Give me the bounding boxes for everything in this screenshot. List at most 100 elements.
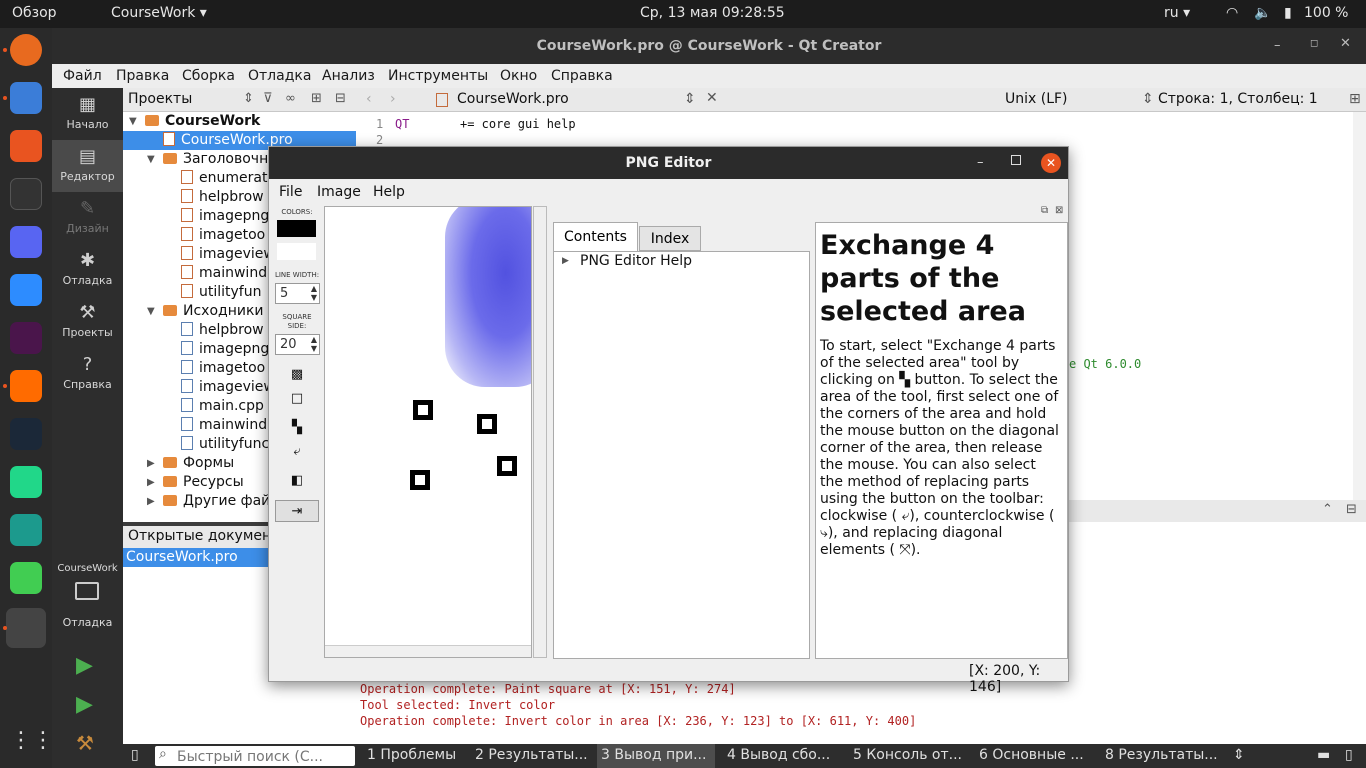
menu-help[interactable]: Справка	[551, 68, 613, 84]
secondary-color-swatch[interactable]	[277, 243, 316, 260]
tree-file[interactable]: main.cpp	[181, 397, 264, 416]
tab-test-results[interactable]: 8 Результаты...	[1105, 747, 1218, 763]
tab-contents[interactable]: Contents	[553, 222, 638, 251]
link-icon[interactable]: ∞	[285, 91, 296, 106]
close-button[interactable]: ✕	[1340, 36, 1351, 51]
forward-icon[interactable]: ›	[390, 91, 396, 107]
close-document-icon[interactable]: ✕	[706, 90, 718, 106]
back-icon[interactable]: ‹	[366, 91, 372, 107]
app-menu[interactable]: CourseWork ▾	[111, 5, 207, 21]
mode-welcome[interactable]: ▦ Начало	[52, 88, 123, 140]
projects-selector[interactable]: Проекты	[128, 91, 192, 107]
filter-icon[interactable]: ⊽	[263, 91, 273, 106]
expand-arrow-icon[interactable]: ▼	[147, 154, 155, 165]
tab-search-results[interactable]: 2 Результаты...	[475, 747, 588, 763]
expand-arrow-icon[interactable]: ▼	[129, 116, 137, 127]
wifi-icon[interactable]: ◠	[1226, 5, 1238, 21]
output-pane-toggle-icon[interactable]: ▬	[1317, 747, 1330, 763]
menu-analyze[interactable]: Анализ	[322, 68, 375, 84]
slack-icon[interactable]	[10, 322, 42, 354]
tree-forms[interactable]: Формы	[163, 454, 234, 473]
mode-debug[interactable]: ✱ Отладка	[52, 244, 123, 296]
discord-icon[interactable]	[10, 226, 42, 258]
tab-application-output[interactable]: 3 Вывод при...	[601, 747, 706, 763]
menu-tools[interactable]: Инструменты	[388, 68, 488, 84]
menu-image[interactable]: Image	[317, 184, 361, 200]
kit-project[interactable]: CourseWork	[52, 563, 123, 574]
close-pane-icon[interactable]: ⊟	[335, 91, 346, 106]
close-button[interactable]: ✕	[1041, 153, 1061, 173]
qtcreator-icon[interactable]	[10, 562, 42, 594]
menu-build[interactable]: Сборка	[182, 68, 235, 84]
tree-root[interactable]: CourseWork	[145, 112, 260, 131]
mode-help[interactable]: ? Справка	[52, 348, 123, 400]
close-panel-icon[interactable]: ⊟	[1346, 502, 1357, 517]
tree-file[interactable]: enumerat	[181, 169, 267, 188]
tree-file[interactable]: imagepng	[181, 340, 269, 359]
clock[interactable]: Ср, 13 мая 09:28:55	[640, 5, 785, 21]
more-tabs-icon[interactable]: ⇕	[1233, 747, 1245, 763]
float-icon[interactable]: ⧉	[1041, 205, 1048, 216]
minimize-button[interactable]: –	[1274, 38, 1281, 53]
line-width-spinbox[interactable]: 5 ▲ ▼	[275, 283, 320, 304]
battery-icon[interactable]: ▮	[1284, 5, 1292, 21]
tab-debugger-console[interactable]: 5 Консоль от...	[853, 747, 962, 763]
expand-arrow-icon[interactable]: ▶	[562, 256, 569, 266]
pycharm-icon[interactable]	[10, 466, 42, 498]
expand-arrow-icon[interactable]: ▼	[147, 306, 155, 317]
exchange-parts-tool-icon[interactable]: ▚	[281, 417, 313, 439]
collapse-arrow-icon[interactable]: ▶	[147, 458, 155, 469]
invert-color-tool-icon[interactable]: ◧	[281, 470, 313, 492]
volume-icon[interactable]: 🔈	[1254, 5, 1271, 21]
close-dock-icon[interactable]: ⊠	[1055, 205, 1063, 216]
maximize-button[interactable]	[1011, 155, 1021, 165]
maximize-button[interactable]: ◻	[1310, 38, 1318, 49]
sort-icon[interactable]: ⇕	[243, 91, 254, 106]
tab-index[interactable]: Index	[639, 226, 701, 251]
tree-file[interactable]: utilityfun	[181, 283, 261, 302]
run-icon[interactable]: ▶	[76, 653, 93, 678]
software-center-icon[interactable]	[10, 130, 42, 162]
tab-issues[interactable]: 1 Проблемы	[367, 747, 456, 763]
tree-file[interactable]: imageview	[181, 378, 275, 397]
tree-file[interactable]: helpbrow	[181, 188, 264, 207]
toggle-sidebar-icon[interactable]: ▯	[131, 747, 139, 763]
canvas-horizontal-scrollbar[interactable]	[325, 645, 531, 657]
locator-input[interactable]: ⌕ Быстрый поиск (С...	[155, 746, 355, 766]
menu-file[interactable]: Файл	[63, 68, 102, 84]
terminal-icon[interactable]	[10, 178, 42, 210]
battery-percent[interactable]: 100 %	[1304, 5, 1348, 21]
spin-arrows-icon[interactable]: ▲ ▼	[311, 284, 317, 302]
tree-file[interactable]: imagetoo	[181, 226, 265, 245]
tree-resources[interactable]: Ресурсы	[163, 473, 244, 492]
files-icon[interactable]	[10, 82, 42, 114]
tree-file[interactable]: imagepng	[181, 207, 269, 226]
dropdown-icon[interactable]: ⇕	[1142, 91, 1154, 107]
language-indicator[interactable]: ru ▾	[1164, 5, 1190, 21]
square-side-spinbox[interactable]: 20 ▲ ▼	[275, 334, 320, 355]
collapse-arrow-icon[interactable]: ▶	[147, 496, 155, 507]
collapse-arrow-icon[interactable]: ▶	[147, 477, 155, 488]
square-tool-icon[interactable]: □	[281, 388, 313, 410]
help-tree-item[interactable]: PNG Editor Help	[580, 253, 692, 269]
tree-file[interactable]: mainwind	[181, 264, 267, 283]
mode-edit[interactable]: ▤ Редактор	[52, 140, 123, 192]
minimize-button[interactable]: –	[977, 155, 984, 170]
menu-edit[interactable]: Правка	[116, 68, 169, 84]
primary-color-swatch[interactable]	[277, 220, 316, 237]
crop-tool-icon[interactable]: ⇥	[275, 500, 319, 522]
split-icon[interactable]: ⊞	[311, 91, 322, 106]
sublime-icon[interactable]	[10, 370, 42, 402]
tab-general-messages[interactable]: 6 Основные ...	[979, 747, 1084, 763]
firefox-icon[interactable]	[10, 34, 42, 66]
dropdown-icon[interactable]: ⇕	[684, 91, 696, 107]
tree-file[interactable]: helpbrow	[181, 321, 264, 340]
tab-compile-output[interactable]: 4 Вывод сбо...	[727, 747, 830, 763]
active-app-icon[interactable]	[6, 608, 46, 648]
show-apps-icon[interactable]: ⋮⋮	[10, 728, 54, 760]
fill-tool-icon[interactable]: ▩	[281, 364, 313, 386]
kit-mode[interactable]: Отладка	[52, 616, 123, 629]
mode-design[interactable]: ✎ Дизайн	[52, 192, 123, 244]
editor-scrollbar[interactable]	[1353, 112, 1366, 522]
spin-arrows-icon[interactable]: ▲ ▼	[311, 335, 317, 353]
